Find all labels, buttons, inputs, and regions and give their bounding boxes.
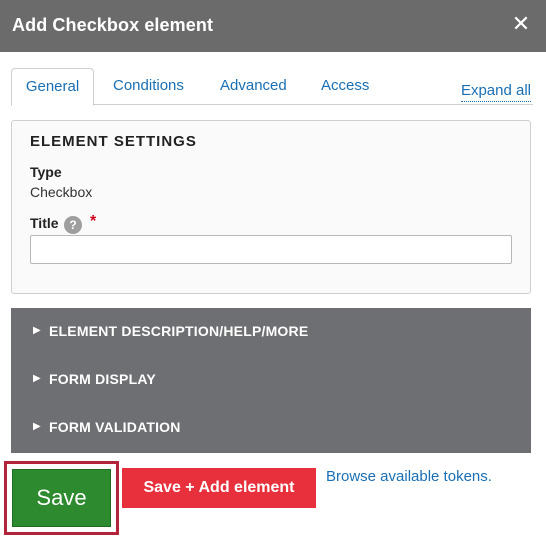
tab-general[interactable]: General bbox=[11, 68, 94, 106]
element-settings-panel: ELEMENT SETTINGS Type Checkbox Title ? * bbox=[11, 120, 531, 294]
tab-bar: General Conditions Advanced Access bbox=[11, 68, 533, 106]
accordion-element-description[interactable]: ▶ ELEMENT DESCRIPTION/HELP/MORE bbox=[11, 311, 531, 351]
settings-accordion: ▶ ELEMENT DESCRIPTION/HELP/MORE ▶ FORM D… bbox=[11, 308, 531, 453]
dialog-title: Add Checkbox element bbox=[12, 15, 214, 35]
expand-all-link[interactable]: Expand all bbox=[460, 81, 531, 102]
triangle-right-icon: ▶ bbox=[33, 325, 41, 336]
required-marker: * bbox=[90, 213, 97, 230]
save-highlight-frame: Save bbox=[4, 461, 119, 535]
accordion-label: FORM VALIDATION bbox=[49, 419, 181, 435]
save-add-element-button[interactable]: Save + Add element bbox=[122, 468, 316, 508]
browse-tokens-link[interactable]: Browse available tokens. bbox=[326, 468, 492, 485]
title-input[interactable] bbox=[30, 235, 512, 264]
help-icon[interactable]: ? bbox=[64, 216, 82, 234]
triangle-right-icon: ▶ bbox=[33, 373, 41, 384]
type-value: Checkbox bbox=[30, 184, 93, 200]
add-checkbox-dialog: Add Checkbox element ✕ General Condition… bbox=[0, 0, 546, 543]
type-label: Type bbox=[30, 164, 62, 180]
element-settings-heading: ELEMENT SETTINGS bbox=[30, 133, 197, 150]
triangle-right-icon: ▶ bbox=[33, 421, 41, 432]
accordion-label: FORM DISPLAY bbox=[49, 371, 156, 387]
close-icon[interactable]: ✕ bbox=[510, 10, 532, 38]
tab-conditions[interactable]: Conditions bbox=[113, 68, 184, 105]
accordion-label: ELEMENT DESCRIPTION/HELP/MORE bbox=[49, 323, 309, 339]
save-button[interactable]: Save bbox=[12, 469, 111, 527]
title-label: Title bbox=[30, 215, 59, 231]
tab-advanced[interactable]: Advanced bbox=[220, 68, 287, 105]
tab-access[interactable]: Access bbox=[321, 68, 369, 105]
dialog-titlebar: Add Checkbox element ✕ bbox=[0, 0, 546, 52]
accordion-form-display[interactable]: ▶ FORM DISPLAY bbox=[11, 359, 531, 399]
accordion-form-validation[interactable]: ▶ FORM VALIDATION bbox=[11, 407, 531, 447]
